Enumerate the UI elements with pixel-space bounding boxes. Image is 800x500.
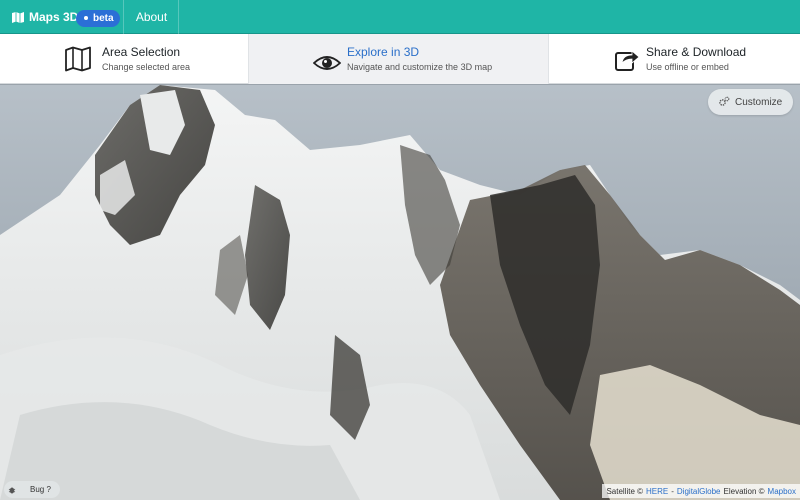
attribution-link-here[interactable]: HERE: [646, 487, 668, 496]
about-link[interactable]: About: [125, 0, 179, 34]
bug-icon: [8, 487, 16, 493]
map-attribution: Satellite © HERE - DigitalGlobe Elevatio…: [602, 484, 800, 498]
step-title: Explore in 3D: [347, 44, 420, 59]
top-bar: Maps 3D beta About: [0, 0, 800, 34]
bug-report-button[interactable]: Bug ?: [4, 481, 60, 498]
map-logo-icon: [12, 11, 24, 23]
attribution-link-mapbox[interactable]: Mapbox: [768, 487, 796, 496]
terrain-render: [0, 85, 800, 500]
step-title: Share & Download: [646, 44, 747, 59]
gear-icon: [719, 96, 730, 106]
beta-badge: beta: [76, 10, 120, 27]
step-subtitle: Change selected area: [102, 61, 191, 72]
eye-icon: [313, 56, 341, 70]
attribution-elevation: Elevation ©: [723, 486, 765, 496]
map-icon: [65, 46, 91, 72]
step-subtitle: Use offline or embed: [646, 61, 729, 72]
step-navigation: Area Selection Change selected area Expl…: [0, 34, 800, 84]
attribution-separator: -: [671, 486, 674, 496]
step-title: Area Selection: [102, 44, 181, 59]
share-icon: [615, 50, 640, 71]
step-share-download[interactable]: Share & Download Use offline or embed: [549, 34, 800, 84]
step-area-selection[interactable]: Area Selection Change selected area: [0, 34, 249, 84]
customize-button[interactable]: Customize: [708, 89, 793, 115]
map-3d-view[interactable]: [0, 85, 800, 500]
step-explore-3d[interactable]: Explore in 3D Navigate and customize the…: [249, 34, 549, 84]
step-subtitle: Navigate and customize the 3D map: [347, 61, 493, 72]
customize-label: Customize: [735, 96, 783, 108]
brand-name: Maps 3D: [29, 10, 79, 24]
attribution-satellite: Satellite ©: [606, 486, 644, 496]
attribution-link-digitalglobe[interactable]: DigitalGlobe: [677, 487, 721, 496]
bug-label: Bug ?: [30, 485, 51, 494]
